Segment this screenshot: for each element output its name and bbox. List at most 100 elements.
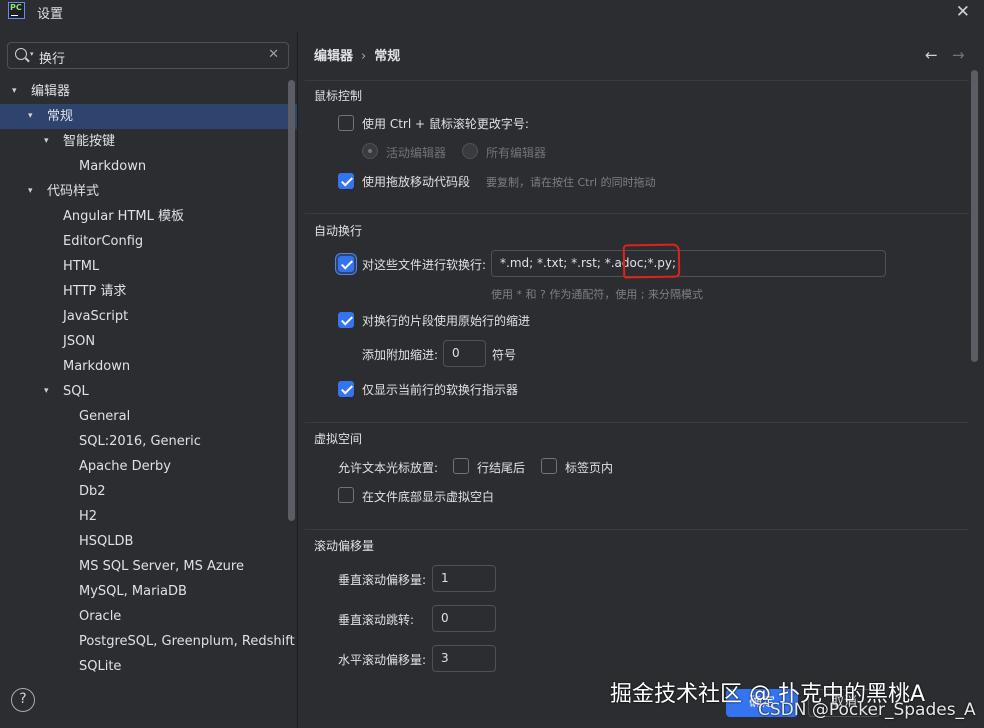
forward-arrow-icon[interactable]: → (952, 46, 965, 64)
extra-indent-input[interactable]: 0 (443, 340, 486, 367)
horizontal-scroll-offset-input[interactable]: 3 (432, 645, 496, 672)
search-input-value[interactable]: 换行 (39, 48, 65, 67)
tree-item-label: PostgreSQL, Greenplum, Redshift (79, 634, 295, 649)
tree-item-label: 智能按键 (63, 134, 116, 149)
tree-item-label: Apache Derby (79, 459, 171, 474)
tree-item-label: HSQLDB (79, 534, 134, 549)
tree-item[interactable]: ▾ 常规 (0, 104, 297, 129)
search-icon[interactable] (15, 48, 27, 60)
ctrl-wheel-zoom-label[interactable]: 使用 Ctrl + 鼠标滚轮更改字号: (362, 115, 529, 132)
tree-item[interactable]: MySQL, MariaDB (0, 579, 297, 604)
tree-item-label: Db2 (79, 484, 106, 499)
tree-item[interactable]: SQLite (0, 654, 297, 679)
tree-item[interactable]: HSQLDB (0, 529, 297, 554)
section-divider (305, 529, 969, 530)
virtual-space-bottom-checkbox[interactable] (338, 487, 354, 503)
extra-indent-label: 添加附加缩进: (362, 348, 439, 362)
panel-divider (297, 32, 298, 728)
settings-search-input[interactable]: ▾ 换行 ✕ (7, 42, 289, 69)
drag-drop-label[interactable]: 使用拖放移动代码段 (362, 173, 470, 190)
breadcrumb-current: 常规 (374, 49, 401, 64)
tree-item[interactable]: EditorConfig (0, 229, 297, 254)
window-title: 设置 (37, 7, 64, 22)
inside-tabs-checkbox[interactable] (541, 458, 557, 474)
section-divider (305, 422, 969, 423)
tree-item[interactable]: JSON (0, 329, 297, 354)
breadcrumb-parent[interactable]: 编辑器 (314, 49, 353, 64)
tree-item[interactable]: HTTP 请求 (0, 279, 297, 304)
all-editors-radio[interactable] (462, 143, 478, 159)
after-line-end-checkbox[interactable] (453, 458, 469, 474)
tree-item-label: JSON (63, 334, 96, 349)
chevron-down-icon[interactable]: ▾ (44, 129, 49, 154)
search-options-chevron-icon[interactable]: ▾ (30, 50, 34, 58)
drag-drop-checkbox[interactable] (338, 173, 354, 189)
vertical-scroll-offset-label: 垂直滚动偏移量: (338, 573, 427, 587)
after-line-end-label[interactable]: 行结尾后 (477, 459, 525, 476)
back-arrow-icon[interactable]: ← (925, 46, 938, 64)
inside-tabs-label[interactable]: 标签页内 (565, 459, 613, 476)
tree-item[interactable]: Apache Derby (0, 454, 297, 479)
tree-item[interactable]: Markdown (0, 154, 297, 179)
drag-drop-hint: 要复制，请在按住 Ctrl 的同时拖动 (486, 176, 656, 189)
soft-wrap-files-input[interactable]: *.md; *.txt; *.rst; *.adoc;*.py; (491, 250, 886, 277)
tree-item-label: General (79, 409, 131, 424)
close-icon[interactable]: ✕ (956, 2, 970, 22)
current-line-indicator-label[interactable]: 仅显示当前行的软换行指示器 (362, 381, 518, 398)
mouse-control-heading: 鼠标控制 (314, 89, 363, 103)
tree-item[interactable]: HTML (0, 254, 297, 279)
tree-item-label: MS SQL Server, MS Azure (79, 559, 244, 574)
tree-item[interactable]: ▾ SQL (0, 379, 297, 404)
soft-wrap-files-hint: 使用 * 和 ? 作为通配符，使用 ; 来分隔模式 (491, 288, 704, 301)
clear-search-icon[interactable]: ✕ (268, 47, 279, 62)
vertical-scroll-offset-input[interactable]: 1 (432, 565, 496, 592)
tree-item-label: Markdown (63, 359, 131, 374)
soft-wrap-files-checkbox[interactable] (338, 256, 354, 272)
extra-indent-unit: 符号 (492, 348, 517, 362)
current-line-indicator-checkbox[interactable] (338, 381, 354, 397)
tree-item[interactable]: Angular HTML 模板 (0, 204, 297, 229)
tree-item-label: Angular HTML 模板 (63, 209, 184, 224)
breadcrumb-separator: › (361, 49, 367, 64)
chevron-down-icon[interactable]: ▾ (44, 379, 49, 404)
active-editor-radio-label[interactable]: 活动编辑器 (386, 144, 446, 161)
settings-tree: ▾ 编辑器 ▾ 常规 ▾ 智能按键 Markdown ▾ 代码样式 Angular HTML 模板… (0, 79, 297, 679)
tree-item-label: H2 (79, 509, 98, 524)
tree-item[interactable]: Markdown (0, 354, 297, 379)
original-indent-label[interactable]: 对换行的片段使用原始行的缩进 (362, 312, 530, 329)
chevron-down-icon[interactable]: ▾ (28, 179, 33, 204)
chevron-down-icon[interactable]: ▾ (12, 79, 17, 104)
tree-item[interactable]: General (0, 404, 297, 429)
sidebar-scrollbar[interactable] (288, 80, 295, 521)
tree-item-label: 编辑器 (31, 84, 71, 99)
content-scrollbar[interactable] (971, 70, 978, 362)
title-bar: PC 设置 ✕ (0, 0, 984, 24)
tree-item-label: SQL (63, 384, 89, 399)
active-editor-radio[interactable] (362, 143, 378, 159)
soft-wrap-files-label[interactable]: 对这些文件进行软换行: (362, 256, 486, 273)
tree-item[interactable]: SQL:2016, Generic (0, 429, 297, 454)
tree-item-label: JavaScript (63, 309, 129, 324)
all-editors-radio-label[interactable]: 所有编辑器 (486, 144, 546, 161)
ctrl-wheel-zoom-checkbox[interactable] (338, 115, 354, 131)
tree-item-label: 常规 (47, 109, 74, 124)
tree-item[interactable]: ▾ 智能按键 (0, 129, 297, 154)
watermark-csdn: CSDN @Pocker_Spades_A (758, 700, 976, 720)
virtual-space-bottom-label[interactable]: 在文件底部显示虚拟空白 (362, 488, 494, 505)
tree-item-label: SQL:2016, Generic (79, 434, 201, 449)
tree-item[interactable]: Oracle (0, 604, 297, 629)
tree-item-label: HTTP 请求 (63, 284, 127, 299)
original-indent-checkbox[interactable] (338, 312, 354, 328)
chevron-down-icon[interactable]: ▾ (28, 104, 33, 129)
tree-item[interactable]: ▾ 编辑器 (0, 79, 297, 104)
tree-item[interactable]: JavaScript (0, 304, 297, 329)
vertical-scroll-jump-input[interactable]: 0 (432, 605, 496, 632)
horizontal-scroll-offset-label: 水平滚动偏移量: (338, 653, 427, 667)
tree-item[interactable]: MS SQL Server, MS Azure (0, 554, 297, 579)
help-button[interactable]: ? (11, 688, 35, 712)
scroll-offset-heading: 滚动偏移量 (314, 539, 375, 553)
tree-item[interactable]: ▾ 代码样式 (0, 179, 297, 204)
tree-item[interactable]: PostgreSQL, Greenplum, Redshift (0, 629, 297, 654)
tree-item[interactable]: H2 (0, 504, 297, 529)
tree-item[interactable]: Db2 (0, 479, 297, 504)
